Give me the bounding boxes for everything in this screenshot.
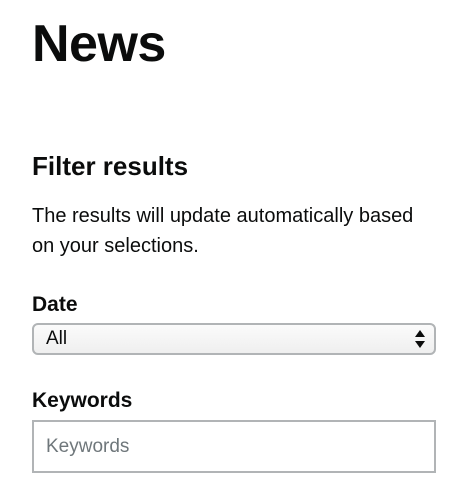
keywords-label: Keywords [32,389,133,412]
page-title: News [32,15,166,73]
date-label: Date [32,293,78,316]
filter-results-heading: Filter results [32,151,189,181]
filter-hint-text: The results will update automatically ba… [32,205,414,257]
keywords-input[interactable] [32,420,436,473]
date-select[interactable]: All [32,323,436,355]
news-page: News Filter results The results will upd… [0,0,472,494]
date-select-value: All [46,328,68,349]
select-arrows-icon [415,330,425,348]
